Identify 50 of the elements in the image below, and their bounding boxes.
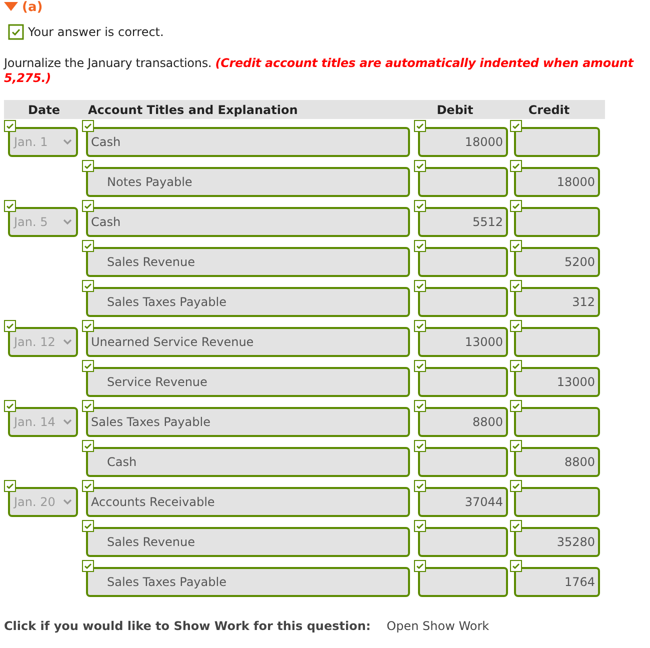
debit-field[interactable] [418,567,508,597]
column-header: Credit [527,102,571,116]
account-field[interactable]: Cash [86,127,410,157]
chevron-icon [63,139,72,145]
credit-field[interactable]: 312 [514,287,600,317]
debit-field[interactable]: 13000 [418,327,508,357]
debit-field[interactable]: 37044 [418,487,508,517]
account-field[interactable]: Sales Revenue [86,247,410,277]
debit-field[interactable] [418,527,508,557]
show-work-link[interactable]: Open Show Work [386,619,490,633]
column-header: Account Titles and Explanation [87,102,299,116]
credit-field[interactable]: 13000 [514,367,600,397]
debit-field[interactable] [418,167,508,197]
credit-field[interactable]: 18000 [514,167,600,197]
debit-field[interactable]: 8800 [418,407,508,437]
account-field[interactable]: Cash [86,207,410,237]
account-field[interactable]: Cash [86,447,410,477]
debit-field[interactable] [418,247,508,277]
chevron-icon [63,419,72,425]
account-field[interactable]: Sales Taxes Payable [86,567,410,597]
account-field[interactable]: Service Revenue [86,367,410,397]
chevron-icon [63,219,72,225]
credit-field[interactable] [514,327,600,357]
account-field[interactable]: Sales Revenue [86,527,410,557]
part-label: (a) [22,0,43,14]
chevron-icon [63,499,72,505]
show-work-prompt: Click if you would like to Show Work for this question: [4,619,371,633]
debit-field[interactable] [418,447,508,477]
credit-field[interactable]: 8800 [514,447,600,477]
account-field[interactable]: Accounts Receivable [86,487,410,517]
chevron-icon [63,339,72,345]
instructions: Journalize the January transactions. (Credit account titles are automatically indented when amount 5,275.) [4,56,635,86]
column-header: Date [27,102,61,116]
account-field[interactable]: Unearned Service Revenue [86,327,410,357]
account-field[interactable]: Sales Taxes Payable [86,407,410,437]
column-header: Debit [436,102,474,116]
credit-field[interactable]: 5200 [514,247,600,277]
debit-field[interactable]: 5512 [418,207,508,237]
result-message: Your answer is correct. [28,25,164,39]
debit-field[interactable]: 18000 [418,127,508,157]
credit-field[interactable] [514,407,600,437]
account-field[interactable]: Sales Taxes Payable [86,287,410,317]
debit-field[interactable] [418,287,508,317]
credit-field[interactable] [514,487,600,517]
credit-field[interactable] [514,207,600,237]
debit-field[interactable] [418,367,508,397]
account-field[interactable]: Notes Payable [86,167,410,197]
credit-field[interactable] [514,127,600,157]
credit-field[interactable]: 35280 [514,527,600,557]
credit-field[interactable]: 1764 [514,567,600,597]
